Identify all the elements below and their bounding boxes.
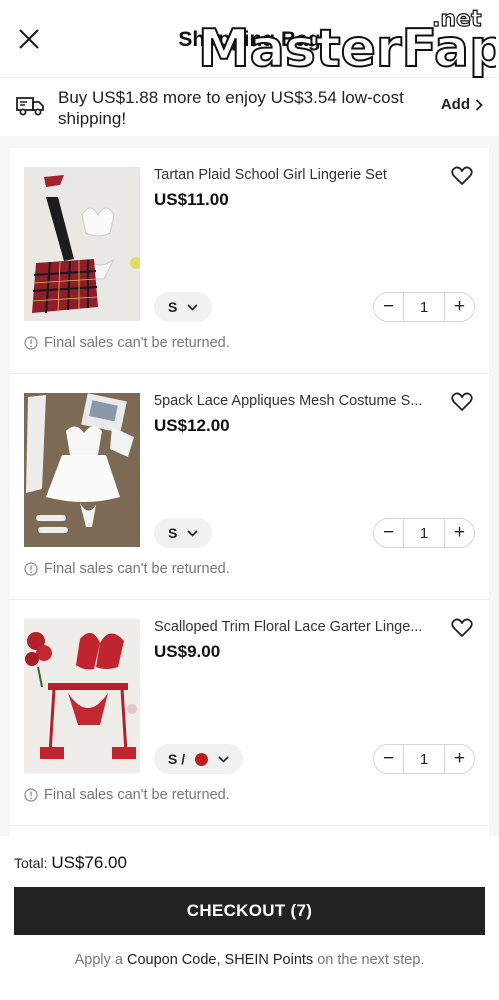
final-sale-notice: Final sales can't be returned. [24, 561, 230, 577]
size-value: S [168, 525, 178, 541]
quantity-stepper: − 1 + [373, 518, 475, 548]
shipping-message: Buy US$1.88 more to enjoy US$3.54 low-co… [58, 88, 404, 128]
add-label: Add [440, 96, 470, 113]
final-sale-text: Final sales can't be returned. [44, 561, 230, 577]
apply-suffix: on the next step. [317, 952, 425, 968]
apply-prefix: Apply a [74, 952, 123, 968]
checkout-footer: Total: US$76.00 CHECKOUT (7) Apply a Cou… [0, 836, 499, 1000]
product-title[interactable]: 5pack Lace Appliques Mesh Costume S... [154, 393, 442, 409]
cart-list: Tartan Plaid School Girl Lingerie Set US… [10, 148, 489, 848]
cart-item: Tartan Plaid School Girl Lingerie Set US… [10, 148, 489, 374]
decrease-qty-button[interactable]: − [374, 745, 403, 773]
total-value: US$76.00 [51, 853, 127, 872]
quantity-stepper: − 1 + [373, 744, 475, 774]
heart-icon[interactable] [451, 618, 473, 638]
size-selector[interactable]: S [154, 292, 213, 322]
total-label: Total: [14, 855, 48, 871]
watermark-logo: MasterFap .net [197, 6, 496, 78]
add-items-link[interactable]: Add [441, 96, 483, 113]
heart-icon[interactable] [451, 166, 473, 186]
checkout-button[interactable]: CHECKOUT (7) [14, 887, 485, 935]
increase-qty-button[interactable]: + [445, 293, 474, 321]
size-color-selector[interactable]: S / [154, 744, 244, 774]
chevron-down-icon [187, 303, 198, 311]
product-title[interactable]: Scalloped Trim Floral Lace Garter Linge.… [154, 619, 442, 635]
chevron-right-icon [475, 98, 483, 111]
chevron-down-icon [218, 755, 229, 763]
header: Shopping Bag MasterFap .net [0, 0, 499, 78]
product-image-garter-set[interactable] [24, 619, 140, 773]
product-price: US$12.00 [154, 416, 230, 435]
heart-icon[interactable] [451, 392, 473, 412]
decrease-qty-button[interactable]: − [374, 519, 403, 547]
product-price: US$11.00 [154, 190, 229, 209]
increase-qty-button[interactable]: + [445, 519, 474, 547]
color-swatch [195, 752, 209, 766]
final-sale-text: Final sales can't be returned. [44, 787, 230, 803]
product-image-plaid-set[interactable] [24, 167, 140, 321]
quantity-value[interactable]: 1 [403, 745, 445, 773]
size-value: S [168, 299, 178, 315]
cart-item: 5pack Lace Appliques Mesh Costume S... U… [10, 374, 489, 600]
cart-item: Scalloped Trim Floral Lace Garter Linge.… [10, 600, 489, 826]
chevron-down-icon [187, 529, 198, 537]
size-selector[interactable]: S [154, 518, 213, 548]
quantity-value[interactable]: 1 [403, 293, 445, 321]
shipping-banner: Buy US$1.88 more to enjoy US$3.54 low-co… [0, 78, 499, 136]
info-icon [24, 788, 38, 802]
product-title[interactable]: Tartan Plaid School Girl Lingerie Set [154, 167, 442, 183]
size-value: S / [168, 751, 186, 767]
product-price: US$9.00 [154, 642, 221, 661]
decrease-qty-button[interactable]: − [374, 293, 403, 321]
coupon-points-link[interactable]: Coupon Code, SHEIN Points [127, 952, 313, 968]
coupon-hint: Apply a Coupon Code, SHEIN Points on the… [0, 952, 499, 968]
final-sale-notice: Final sales can't be returned. [24, 335, 230, 351]
truck-icon [16, 97, 44, 116]
increase-qty-button[interactable]: + [445, 745, 474, 773]
final-sale-notice: Final sales can't be returned. [24, 787, 230, 803]
order-total: Total: US$76.00 [14, 853, 127, 873]
product-image-lace-costume[interactable] [24, 393, 140, 547]
info-icon [24, 562, 38, 576]
quantity-stepper: − 1 + [373, 292, 475, 322]
quantity-value[interactable]: 1 [403, 519, 445, 547]
info-icon [24, 336, 38, 350]
final-sale-text: Final sales can't be returned. [44, 335, 230, 351]
